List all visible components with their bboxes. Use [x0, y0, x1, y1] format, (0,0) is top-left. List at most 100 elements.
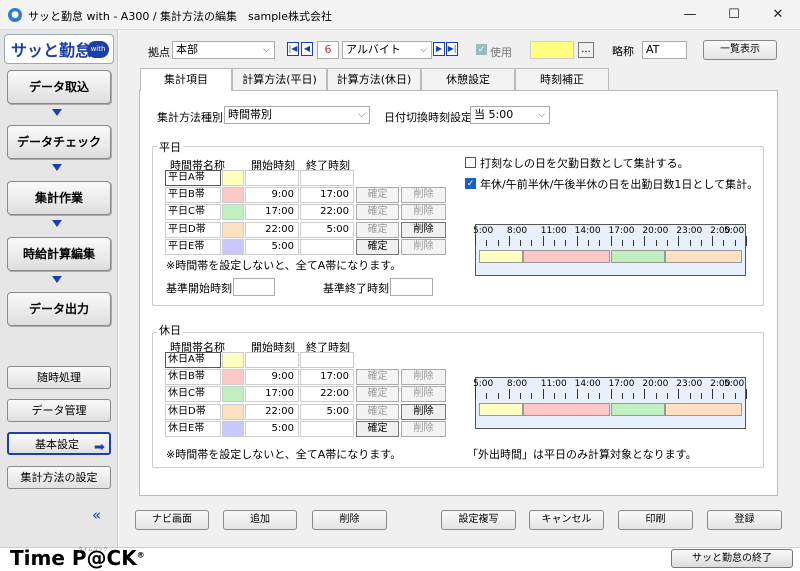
slot-end-field[interactable]: 22:00	[300, 386, 354, 403]
slot-confirm-button[interactable]: 確定	[356, 403, 399, 420]
color-field[interactable]	[530, 41, 574, 59]
slot-name-field[interactable]: 平日E帯	[165, 238, 221, 255]
page-number-field[interactable]: 6	[317, 41, 339, 59]
slot-confirm-button[interactable]: 確定	[356, 420, 399, 437]
tab-aggregation-items[interactable]: 集計項目	[140, 68, 232, 91]
method-select[interactable]: 時間帯別 ⌵	[224, 106, 370, 124]
slot-start-field[interactable]: 17:00	[245, 204, 299, 221]
nav-data-output-button[interactable]: データ出力	[7, 292, 111, 326]
slot-delete-button[interactable]: 削除	[401, 238, 446, 255]
employment-select[interactable]: アルバイト ⌵	[342, 41, 432, 59]
paid-leave-count-checkbox[interactable]: ✓	[465, 178, 476, 189]
slot-start-field[interactable]: 22:00	[245, 403, 299, 420]
first-record-button[interactable]: |◀	[287, 42, 299, 56]
slot-start-field[interactable]: 9:00	[245, 369, 299, 386]
nav-aggregate-button[interactable]: 集計作業	[7, 181, 111, 215]
slot-delete-button[interactable]: 削除	[401, 420, 446, 437]
slot-name-field[interactable]: 平日D帯	[165, 221, 221, 238]
slot-end-field[interactable]: 5:00	[300, 403, 354, 420]
slot-delete-button[interactable]: 削除	[401, 369, 446, 386]
slot-confirm-button[interactable]: 確定	[356, 187, 399, 204]
data-management-button[interactable]: データ管理	[7, 399, 111, 422]
base-select[interactable]: 本部 ⌵	[172, 41, 275, 59]
last-record-button[interactable]: ▶|	[446, 42, 458, 56]
cutoff-select[interactable]: 当 5:00 ⌵	[470, 106, 550, 124]
slot-confirm-button[interactable]: 確定	[356, 386, 399, 403]
timeline-tick	[554, 240, 556, 246]
copy-settings-button[interactable]: 設定複写	[441, 510, 516, 530]
timeline-tick	[486, 240, 488, 246]
slot-name-field[interactable]: 平日B帯	[165, 187, 221, 204]
minimize-button[interactable]: —	[668, 0, 712, 30]
slot-start-field[interactable]	[245, 170, 299, 186]
slot-confirm-button[interactable]: 確定	[356, 204, 399, 221]
timeline-tick	[666, 393, 668, 399]
nav-data-check-button[interactable]: データチェック	[7, 125, 111, 159]
next-record-button[interactable]: ▶	[433, 42, 445, 56]
slot-name-field[interactable]: 平日A帯	[165, 170, 221, 186]
nav-data-import-button[interactable]: データ取込	[7, 70, 111, 104]
slot-confirm-button[interactable]	[356, 170, 399, 186]
register-button[interactable]: 登録	[707, 510, 782, 530]
ellipsis-button[interactable]: ...	[578, 42, 594, 58]
slot-start-field[interactable]: 9:00	[245, 187, 299, 204]
maximize-button[interactable]: ☐	[712, 0, 756, 30]
timeline-tick	[587, 393, 589, 399]
list-view-button[interactable]: 一覧表示	[703, 40, 777, 60]
nav-hourly-calc-button[interactable]: 時給計算編集	[7, 237, 111, 271]
slot-delete-button[interactable]: 削除	[401, 187, 446, 204]
timeline-segment	[665, 250, 742, 263]
add-button[interactable]: 追加	[223, 510, 297, 530]
slot-start-field[interactable]: 17:00	[245, 386, 299, 403]
no-punch-absent-checkbox[interactable]	[465, 157, 476, 168]
tab-calc-holiday[interactable]: 計算方法(休日)	[327, 68, 421, 90]
slot-name-field[interactable]: 休日A帯	[165, 352, 221, 368]
abbr-field[interactable]: AT	[642, 41, 687, 59]
slot-delete-button[interactable]: 削除	[401, 221, 446, 238]
slot-confirm-button[interactable]: 確定	[356, 221, 399, 238]
slot-end-field[interactable]: 22:00	[300, 204, 354, 221]
slot-end-field[interactable]: 5:00	[300, 221, 354, 238]
navi-screen-button[interactable]: ナビ画面	[135, 510, 209, 530]
slot-name-field[interactable]: 休日D帯	[165, 403, 221, 420]
slot-delete-button[interactable]: 削除	[401, 386, 446, 403]
cancel-button[interactable]: キャンセル	[529, 510, 604, 530]
slot-start-field[interactable]: 5:00	[245, 238, 299, 255]
slot-start-field[interactable]	[245, 352, 299, 368]
slot-name-field[interactable]: 休日C帯	[165, 386, 221, 403]
slot-name-field[interactable]: 休日B帯	[165, 369, 221, 386]
slot-delete-button[interactable]	[401, 170, 446, 186]
aggregation-method-button[interactable]: 集計方法の設定	[7, 466, 111, 489]
slot-end-field[interactable]	[300, 420, 354, 437]
timeline-label: 11:00	[540, 379, 567, 389]
slot-end-field[interactable]: 17:00	[300, 187, 354, 204]
slot-name-field[interactable]: 休日E帯	[165, 420, 221, 437]
print-button[interactable]: 印刷	[618, 510, 693, 530]
slot-delete-button[interactable]	[401, 352, 446, 368]
slot-end-field[interactable]	[300, 238, 354, 255]
slot-delete-button[interactable]: 削除	[401, 204, 446, 221]
slot-confirm-button[interactable]	[356, 352, 399, 368]
slot-confirm-button[interactable]: 確定	[356, 369, 399, 386]
adhoc-process-button[interactable]: 随時処理	[7, 366, 111, 389]
std-start-field[interactable]	[233, 278, 275, 296]
close-button[interactable]: ✕	[756, 0, 800, 30]
slot-end-field[interactable]	[300, 352, 354, 368]
exit-button[interactable]: サッと勤怠の終了	[671, 549, 793, 568]
collapse-icon[interactable]: «	[92, 506, 101, 524]
prev-record-button[interactable]: ◀	[301, 42, 313, 56]
slot-start-field[interactable]: 5:00	[245, 420, 299, 437]
slot-start-field[interactable]: 22:00	[245, 221, 299, 238]
timeline-tick	[689, 393, 691, 399]
std-end-field[interactable]	[390, 278, 433, 296]
use-checkbox[interactable]: ✓	[476, 44, 487, 55]
slot-end-field[interactable]: 17:00	[300, 369, 354, 386]
delete-button[interactable]: 削除	[312, 510, 387, 530]
slot-name-field[interactable]: 平日C帯	[165, 204, 221, 221]
slot-delete-button[interactable]: 削除	[401, 403, 446, 420]
slot-end-field[interactable]	[300, 170, 354, 186]
tab-calc-weekday[interactable]: 計算方法(平日)	[232, 68, 327, 90]
slot-confirm-button[interactable]: 確定	[356, 238, 399, 255]
tab-break-settings[interactable]: 休憩設定	[421, 68, 515, 90]
tab-time-correction[interactable]: 時刻補正	[515, 68, 609, 90]
